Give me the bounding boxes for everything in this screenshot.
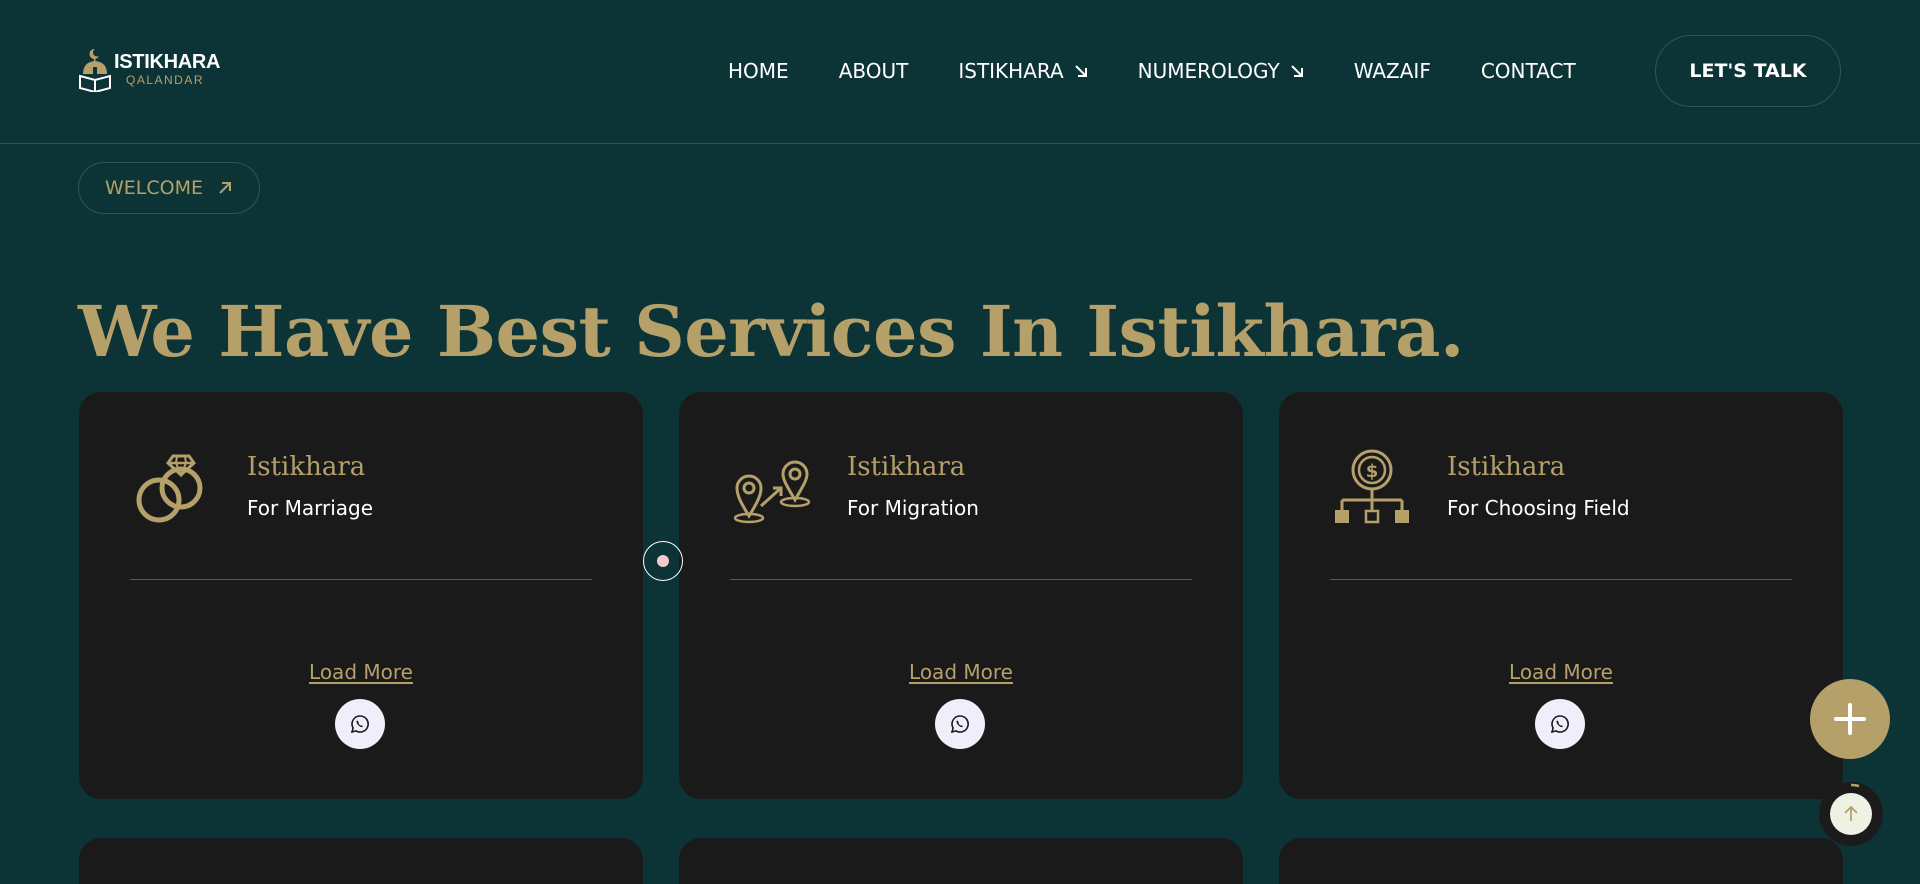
arrow-down-right-icon	[1074, 65, 1087, 77]
dollar-hierarchy-icon: $	[1335, 449, 1409, 524]
service-card-partial	[1279, 838, 1843, 884]
site-header: ISTIKHARA QALANDAR HOME ABOUT ISTIKHARA …	[0, 0, 1920, 144]
nav-item-home[interactable]: HOME	[728, 59, 789, 83]
mosque-book-icon	[79, 48, 111, 92]
site-logo[interactable]: ISTIKHARA QALANDAR	[78, 46, 220, 92]
card-title: Istikhara	[247, 452, 366, 482]
nav-item-istikhara[interactable]: ISTIKHARA	[958, 59, 1087, 83]
migration-pins-icon	[733, 460, 811, 524]
service-card-marriage: Istikhara For Marriage Load More	[79, 392, 643, 799]
brand-name: ISTIKHARA	[114, 51, 221, 73]
load-more-link[interactable]: Load More	[79, 660, 643, 684]
whatsapp-icon	[1550, 715, 1569, 734]
service-card-migration: Istikhara For Migration Load More	[679, 392, 1243, 799]
service-card-choosing-field: $ Istikhara For Choosing Field Load More	[1279, 392, 1843, 799]
card-subtitle: For Migration	[847, 496, 979, 520]
card-subtitle: For Marriage	[247, 496, 374, 520]
nav-item-label: HOME	[728, 59, 789, 83]
card-divider	[130, 579, 592, 580]
nav-item-label: ABOUT	[838, 59, 909, 83]
nav-item-contact[interactable]: CONTACT	[1481, 59, 1576, 83]
main-nav: HOME ABOUT ISTIKHARA NUMEROLOGY WAZAIF C…	[728, 59, 1576, 83]
whatsapp-button[interactable]	[1535, 699, 1585, 749]
cursor-follower	[643, 541, 683, 581]
whatsapp-icon	[950, 715, 969, 734]
welcome-label: WELCOME	[105, 177, 203, 199]
arrow-up-icon	[1844, 805, 1858, 821]
lets-talk-button[interactable]: LET'S TALK	[1655, 35, 1841, 107]
service-card-partial	[79, 838, 643, 884]
arrow-up-right-icon	[219, 182, 231, 194]
card-subtitle: For Choosing Field	[1447, 496, 1630, 520]
load-more-link[interactable]: Load More	[1279, 660, 1843, 684]
whatsapp-button[interactable]	[935, 699, 985, 749]
nav-item-label: CONTACT	[1480, 59, 1576, 83]
svg-text:$: $	[1366, 461, 1379, 482]
arrow-down-right-icon	[1290, 65, 1303, 77]
service-card-partial	[679, 838, 1243, 884]
card-title: Istikhara	[847, 452, 966, 482]
nav-item-wazaif[interactable]: WAZAIF	[1354, 59, 1431, 83]
page-title: We Have Best Services In Istikhara.	[78, 290, 1464, 373]
cursor-dot	[657, 555, 669, 567]
nav-item-label: ISTIKHARA	[958, 59, 1064, 83]
card-title: Istikhara	[1447, 452, 1566, 482]
nav-item-label: WAZAIF	[1353, 59, 1431, 83]
whatsapp-icon	[350, 715, 369, 734]
nav-item-about[interactable]: ABOUT	[839, 59, 909, 83]
plus-icon	[1834, 703, 1866, 735]
scroll-to-top-button[interactable]	[1819, 782, 1883, 846]
brand-subtitle: QALANDAR	[126, 73, 205, 87]
nav-item-label: NUMEROLOGY	[1137, 59, 1280, 83]
whatsapp-button[interactable]	[335, 699, 385, 749]
nav-item-numerology[interactable]: NUMEROLOGY	[1138, 59, 1304, 83]
welcome-badge[interactable]: WELCOME	[78, 162, 260, 214]
card-divider	[730, 579, 1192, 580]
floating-plus-button[interactable]	[1810, 679, 1890, 759]
load-more-link[interactable]: Load More	[679, 660, 1243, 684]
card-divider	[1330, 579, 1792, 580]
rings-icon	[136, 454, 203, 523]
